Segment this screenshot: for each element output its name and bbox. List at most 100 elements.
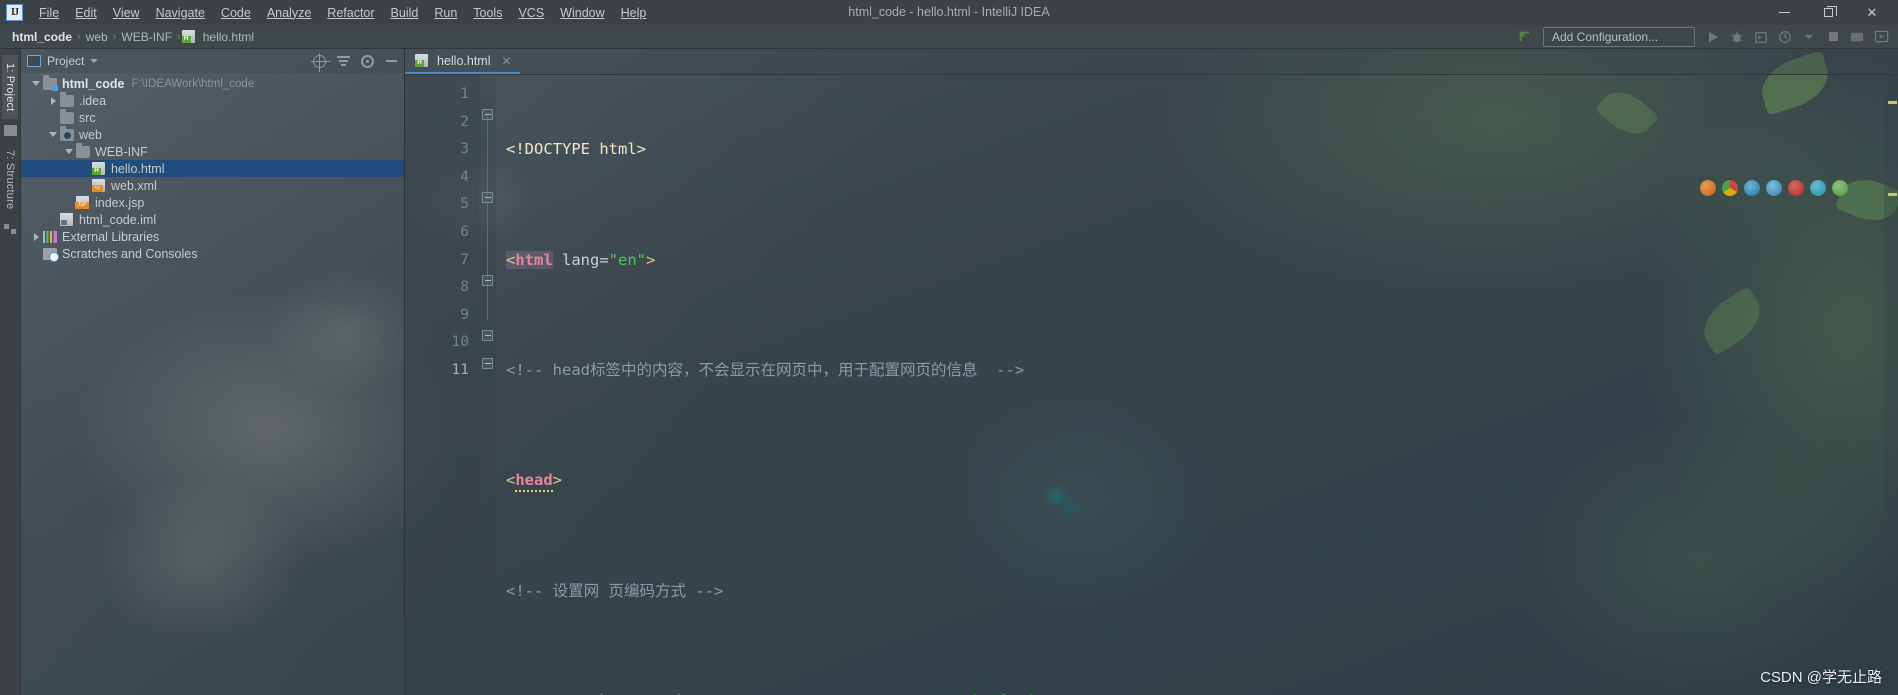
menu-bar: html_code - hello.html - IntelliJ IDEA I…	[0, 0, 1898, 25]
close-tab-icon[interactable]: ✕	[502, 54, 512, 68]
menu-vcs[interactable]: VCS	[510, 3, 552, 23]
profiler-dropdown[interactable]	[1798, 27, 1820, 47]
jsp-file-icon	[75, 196, 89, 209]
collapse-all-icon[interactable]	[336, 54, 350, 68]
edge-icon[interactable]	[1810, 180, 1826, 196]
tree-node-src[interactable]: src	[21, 109, 404, 126]
firefox-icon[interactable]	[1700, 180, 1716, 196]
tree-node-web[interactable]: web	[21, 126, 404, 143]
gear-icon[interactable]	[360, 54, 374, 68]
menu-build[interactable]: Build	[383, 3, 427, 23]
module-icon	[43, 75, 58, 91]
warning-marker[interactable]	[1888, 101, 1897, 104]
code-line-5: <!-- 设置网 页编码方式 -->	[496, 578, 1884, 606]
menu-analyze[interactable]: Analyze	[259, 3, 319, 23]
breadcrumb-item-web[interactable]: web	[82, 30, 112, 44]
stop-button[interactable]	[1822, 27, 1844, 47]
tree-node-idea[interactable]: .idea	[21, 92, 404, 109]
run-button[interactable]	[1702, 27, 1724, 47]
tree-node-label: hello.html	[111, 161, 165, 176]
profiler-button[interactable]	[1774, 27, 1796, 47]
menu-file-label: File	[39, 5, 60, 20]
project-view-icon	[27, 55, 41, 67]
breadcrumb-item-web-inf[interactable]: WEB-INF	[117, 30, 176, 44]
chevron-down-icon[interactable]	[90, 59, 99, 63]
fold-marker-body[interactable]	[482, 330, 493, 341]
play-icon	[1708, 31, 1718, 42]
tree-node-label: web	[79, 127, 102, 142]
structure-icon[interactable]	[3, 223, 17, 235]
breadcrumb-item-hello-html[interactable]: hello.html	[181, 30, 258, 44]
line-number: 8	[460, 279, 469, 296]
favorites-icon[interactable]	[3, 125, 17, 137]
code-token-doctype: <!DOCTYPE html>	[506, 140, 646, 159]
chrome-icon[interactable]	[1722, 180, 1738, 196]
tree-node-external-libraries[interactable]: External Libraries	[21, 228, 404, 245]
line-number: 4	[460, 168, 469, 185]
hide-panel-icon[interactable]	[384, 54, 398, 68]
menu-run[interactable]: Run	[426, 3, 465, 23]
menu-file[interactable]: File	[31, 3, 67, 23]
tree-node-html_code[interactable]: html_code F:\IDEAWork\html_code	[21, 75, 404, 92]
run-browser-button[interactable]	[1870, 27, 1892, 47]
minimize-icon	[1778, 12, 1790, 13]
code-line-6: <meta http-equiv="content-type" content=…	[496, 688, 1884, 695]
project-panel-title: Project	[47, 54, 85, 68]
menu-window-label: Window	[560, 5, 605, 20]
menu-refactor[interactable]: Refactor	[319, 3, 382, 23]
run-with-coverage-button[interactable]	[1750, 27, 1772, 47]
safari-icon[interactable]	[1766, 180, 1782, 196]
maximize-button[interactable]	[1806, 0, 1850, 25]
tree-node-html-code-iml[interactable]: html_code.iml	[21, 211, 404, 228]
tree-node-web-inf[interactable]: WEB-INF	[21, 143, 404, 160]
opera-icon[interactable]	[1788, 180, 1804, 196]
line-number: 3	[460, 141, 469, 158]
xml-file-icon	[92, 179, 105, 192]
ie-icon[interactable]	[1744, 180, 1760, 196]
menu-help[interactable]: Help	[613, 3, 655, 23]
code-line-1: <!DOCTYPE html>	[496, 136, 1884, 164]
tree-node-scratches-and-consoles[interactable]: Scratches and Consoles	[21, 245, 404, 262]
breadcrumb-item-html_code[interactable]: html_code	[8, 30, 76, 44]
menu-edit[interactable]: Edit	[67, 3, 105, 23]
menu-navigate[interactable]: Navigate	[148, 3, 213, 23]
fold-marker-head-end[interactable]	[482, 275, 493, 286]
menu-view[interactable]: View	[105, 3, 148, 23]
close-icon: ✕	[1866, 4, 1878, 20]
line-number: 6	[460, 223, 469, 240]
code-editor[interactable]: <!DOCTYPE html> <html lang="en"> <!-- he…	[496, 75, 1884, 695]
expand-arrow-icon[interactable]	[29, 81, 43, 86]
fold-marker-head[interactable]	[482, 192, 493, 203]
tree-node-web-xml[interactable]: web.xml	[21, 177, 404, 194]
expand-arrow-icon[interactable]	[46, 96, 60, 105]
sidebar-item-project[interactable]: 1: Project	[2, 55, 18, 120]
menu-tools[interactable]: Tools	[465, 3, 510, 23]
coverage-icon	[1755, 31, 1767, 43]
expand-arrow-icon[interactable]	[46, 132, 60, 137]
line-number: 11	[451, 361, 469, 378]
web-folder-icon	[60, 126, 74, 141]
inspection-icon[interactable]	[1832, 180, 1848, 196]
project-tool-window: Project html_code F:\IDEAWork\html_code	[21, 49, 405, 695]
expand-arrow-icon[interactable]	[29, 232, 43, 241]
tree-node-hello-html[interactable]: hello.html	[21, 160, 404, 177]
expand-arrow-icon[interactable]	[62, 149, 76, 154]
menu-window[interactable]: Window	[552, 3, 612, 23]
fold-marker-body-end[interactable]	[482, 358, 493, 369]
fold-marker-html[interactable]	[482, 109, 493, 120]
warning-marker[interactable]	[1888, 193, 1897, 196]
menu-code[interactable]: Code	[213, 3, 259, 23]
minimize-button[interactable]	[1762, 0, 1806, 25]
error-stripe-gutter[interactable]	[1884, 75, 1898, 695]
close-button[interactable]: ✕	[1850, 0, 1894, 25]
sidebar-item-structure[interactable]: 7: Structure	[2, 142, 18, 217]
tab-hello-html[interactable]: hello.html ✕	[405, 49, 520, 74]
tree-node-index-jsp[interactable]: index.jsp	[21, 194, 404, 211]
run-configuration-selector[interactable]: Add Configuration...	[1543, 26, 1695, 47]
html-file-icon	[92, 162, 105, 175]
debug-button[interactable]	[1726, 27, 1748, 47]
update-project-button[interactable]	[1514, 27, 1536, 47]
locate-file-icon[interactable]	[310, 52, 330, 72]
database-button[interactable]	[1846, 27, 1868, 47]
code-token-bracket: <	[506, 250, 516, 269]
